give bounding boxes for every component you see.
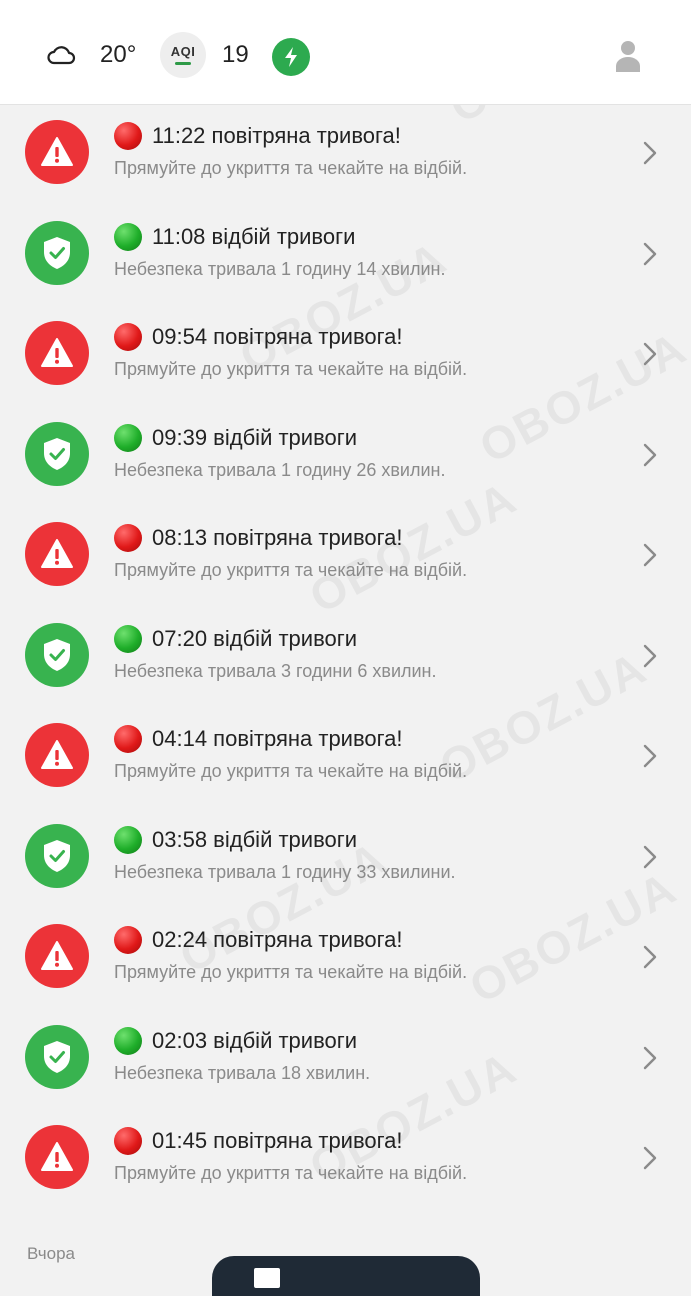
warning-triangle-icon: [25, 1125, 89, 1189]
alert-subtitle: Прямуйте до укриття та чекайте на відбій…: [114, 962, 468, 982]
alert-subtitle: Небезпека тривала 1 годину 33 хвилини.: [114, 861, 456, 882]
shield-check-icon: [25, 823, 89, 888]
shield-check-icon: [25, 622, 89, 687]
alert-row-all-clear[interactable]: 07:20 відбій тривоги Небезпека тривала 3 …: [0, 607, 691, 708]
chevron-right-icon[interactable]: [640, 140, 660, 166]
section-label-yesterday: Вчора: [27, 1244, 75, 1263]
alert-title-line: 03:58 відбій тривоги: [114, 825, 358, 854]
alert-title-line: 01:45 повітряна тривога!: [114, 1127, 403, 1155]
alert-title-line: 11:08 відбій тривоги: [114, 222, 356, 251]
alert-title: 04:14 повітряна тривога!: [152, 726, 403, 751]
alert-subtitle: Небезпека тривала 3 години 6 хвилин.: [114, 660, 437, 681]
shield-check-icon: [25, 1024, 89, 1089]
alert-subtitle: Прямуйте до укриття та чекайте на відбій…: [114, 1163, 468, 1183]
warning-triangle-icon: [25, 723, 89, 787]
warning-triangle-icon: [25, 522, 89, 586]
warning-triangle-icon: [25, 120, 89, 184]
alert-title: 09:39 відбій тривоги: [152, 424, 358, 450]
alert-title: 09:54 повітряна тривога!: [152, 324, 403, 349]
alert-row-air-raid[interactable]: 08:13 повітряна тривога! Прямуйте до укри…: [0, 506, 691, 607]
alert-subtitle: Небезпека тривала 1 годину 26 хвилин.: [114, 459, 446, 480]
aqi-label: AQI: [170, 44, 196, 59]
alert-row-air-raid[interactable]: 02:24 повітряна тривога! Прямуйте до укри…: [0, 908, 691, 1009]
alert-row-air-raid[interactable]: 09:54 повітряна тривога! Прямуйте до укри…: [0, 305, 691, 406]
alert-subtitle: Прямуйте до укриття та чекайте на відбій…: [114, 158, 468, 178]
temperature-value: 20°: [100, 41, 137, 68]
alert-title: 01:45 повітряна тривога!: [152, 1128, 403, 1153]
shield-check-icon: [25, 220, 89, 285]
red-circle-icon: [114, 524, 142, 552]
warning-triangle-icon: [25, 321, 89, 385]
alert-subtitle: Прямуйте до укриття та чекайте на відбій…: [114, 761, 468, 781]
alert-title: 11:08 відбій тривоги: [152, 223, 356, 249]
shield-check-icon: [25, 421, 89, 486]
cloud-icon: [46, 32, 82, 78]
green-circle-icon: [114, 222, 142, 251]
chevron-right-icon[interactable]: [640, 944, 660, 970]
chevron-right-icon[interactable]: [640, 442, 660, 468]
alert-title: 02:03 відбій тривоги: [152, 1027, 358, 1053]
user-icon[interactable]: [614, 38, 642, 74]
green-circle-icon: [114, 1026, 142, 1055]
red-circle-icon: [114, 725, 142, 753]
alert-subtitle: Прямуйте до укриття та чекайте на відбій…: [114, 560, 468, 580]
red-circle-icon: [114, 323, 142, 351]
alert-title-line: 09:54 повітряна тривога!: [114, 323, 403, 351]
alert-title: 02:24 повітряна тривога!: [152, 927, 403, 952]
chevron-right-icon[interactable]: [640, 241, 660, 267]
chevron-right-icon[interactable]: [640, 1045, 660, 1071]
green-circle-icon: [114, 423, 142, 452]
alert-title-line: 09:39 відбій тривоги: [114, 423, 358, 452]
alert-row-air-raid[interactable]: 04:14 повітряна тривога! Прямуйте до укри…: [0, 707, 691, 808]
red-circle-icon: [114, 926, 142, 954]
green-circle-icon: [114, 624, 142, 653]
alert-row-air-raid[interactable]: 01:45 повітряна тривога! Прямуйте до укри…: [0, 1109, 691, 1210]
alert-list: 11:22 повітряна тривога! Прямуйте до укри…: [0, 104, 691, 1210]
status-header: 20° AQI 19: [0, 0, 691, 105]
chevron-right-icon[interactable]: [640, 743, 660, 769]
bottom-action-bar[interactable]: [212, 1256, 480, 1296]
alert-title-line: 04:14 повітряна тривога!: [114, 725, 403, 753]
aqi-badge[interactable]: AQI: [160, 32, 206, 78]
alert-title: 11:22 повітряна тривога!: [152, 123, 401, 148]
alert-row-all-clear[interactable]: 11:08 відбій тривоги Небезпека тривала 1 …: [0, 205, 691, 306]
alert-row-air-raid[interactable]: 11:22 повітряна тривога! Прямуйте до укри…: [0, 104, 691, 205]
alert-title: 07:20 відбій тривоги: [152, 625, 358, 651]
alert-title-line: 02:24 повітряна тривога!: [114, 926, 403, 954]
red-circle-icon: [114, 122, 142, 150]
alert-row-all-clear[interactable]: 03:58 відбій тривоги Небезпека тривала 1 …: [0, 808, 691, 909]
bottom-bar-icon: [254, 1268, 280, 1288]
red-circle-icon: [114, 1127, 142, 1155]
alert-title-line: 08:13 повітряна тривога!: [114, 524, 403, 552]
warning-triangle-icon: [25, 924, 89, 988]
chevron-right-icon[interactable]: [640, 542, 660, 568]
alert-title-line: 02:03 відбій тривоги: [114, 1026, 358, 1055]
green-circle-icon: [114, 825, 142, 854]
chevron-right-icon[interactable]: [640, 844, 660, 870]
alert-subtitle: Небезпека тривала 1 годину 14 хвилин.: [114, 258, 446, 279]
alert-subtitle: Прямуйте до укриття та чекайте на відбій…: [114, 359, 468, 379]
aqi-indicator-bar: [175, 62, 191, 65]
chevron-right-icon[interactable]: [640, 1145, 660, 1171]
alert-subtitle: Небезпека тривала 18 хвилин.: [114, 1062, 371, 1083]
alert-row-all-clear[interactable]: 09:39 відбій тривоги Небезпека тривала 1 …: [0, 406, 691, 507]
chevron-right-icon[interactable]: [640, 643, 660, 669]
alert-row-all-clear[interactable]: 02:03 відбій тривоги Небезпека тривала 18…: [0, 1009, 691, 1110]
alert-title-line: 07:20 відбій тривоги: [114, 624, 358, 653]
lightning-icon[interactable]: [272, 38, 310, 76]
alert-title-line: 11:22 повітряна тривога!: [114, 122, 401, 150]
alert-title: 08:13 повітряна тривога!: [152, 525, 403, 550]
alert-title: 03:58 відбій тривоги: [152, 826, 358, 852]
chevron-right-icon[interactable]: [640, 341, 660, 367]
aqi-value: 19: [222, 41, 249, 68]
